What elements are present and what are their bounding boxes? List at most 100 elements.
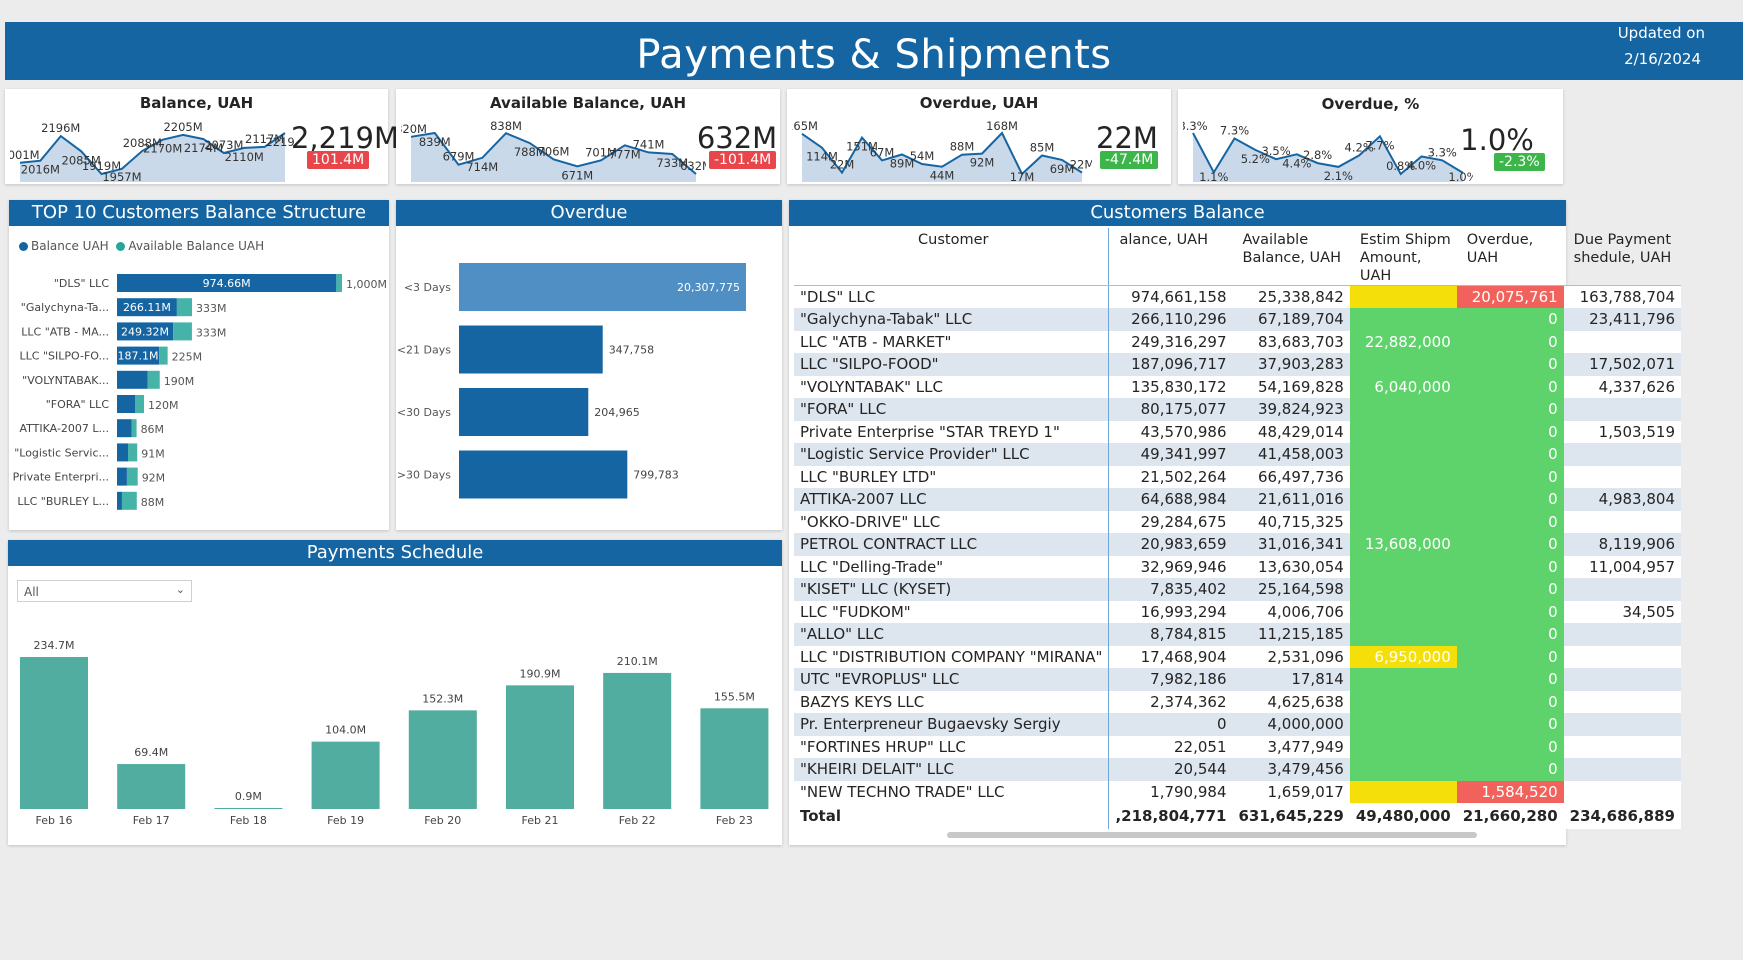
table-row[interactable]: "Logistic Service Provider" LLC 49,341,99… <box>794 443 1681 466</box>
col-header-balance[interactable]: alance, UAH <box>1108 228 1233 286</box>
bar-available[interactable] <box>147 370 160 389</box>
table-row[interactable]: LLC "Delling-Trade" 32,969,946 13,630,054 0… <box>794 555 1681 578</box>
cell-value <box>1563 735 1681 758</box>
bar-available[interactable] <box>173 322 192 341</box>
schedule-filter-dropdown[interactable]: All ⌄ <box>17 580 192 602</box>
table-row[interactable]: "NEW TECHNO TRADE" LLC 1,790,984 1,659,017… <box>794 780 1681 803</box>
cell-value: 8,119,906 <box>1563 533 1681 556</box>
kpi-card-available-balance[interactable]: Available Balance, UAH 820M839M679M714M8… <box>396 89 780 184</box>
overdue-bar[interactable] <box>459 450 628 499</box>
bar-available[interactable] <box>176 298 192 317</box>
table-row[interactable]: "OKKO-DRIVE" LLC 29,284,675 40,715,325 0 <box>794 510 1681 533</box>
cell-value: 0 <box>1456 758 1564 781</box>
legend-label-available: Available Balance UAH <box>128 239 265 253</box>
cell-value: 20,983,659 <box>1108 533 1233 556</box>
cell-value: 974,661,158 <box>1108 285 1233 308</box>
cell-customer: BAZYS KEYS LLC <box>794 690 1110 713</box>
horizontal-scrollbar[interactable] <box>947 832 1477 838</box>
table-row[interactable]: LLC "DISTRIBUTION COMPANY "MIRANA" 17,468… <box>794 645 1681 668</box>
table-row[interactable]: LLC "ATB - MARKET" 249,316,297 83,683,703 2… <box>794 330 1681 353</box>
overdue-bar[interactable] <box>459 325 603 374</box>
sparkline-point-label: 44M <box>930 169 955 182</box>
cell-customer: "ALLO" LLC <box>794 623 1110 646</box>
table-row[interactable]: ATTIKA-2007 LLC 64,688,984 21,611,016 0 4,98… <box>794 488 1681 511</box>
bar-available[interactable] <box>336 274 342 292</box>
sparkline-point-label: 820M <box>401 122 427 136</box>
bar-available[interactable] <box>159 346 168 365</box>
bar-total-label: 1,000M <box>346 278 387 291</box>
sparkline-point-label: 22M <box>1070 158 1092 172</box>
category-label: >30 Days <box>397 469 451 482</box>
table-row[interactable]: PETROL CONTRACT LLC 20,983,659 31,016,341 1… <box>794 533 1681 556</box>
bar-balance[interactable] <box>117 491 122 510</box>
cell-value <box>1563 758 1681 781</box>
schedule-bar[interactable] <box>700 708 769 809</box>
schedule-bar[interactable] <box>506 685 574 809</box>
kpi-card-overdue-percent[interactable]: Overdue, % 8.3%1.1%7.3%5.2%3.5%4.4%2.8%2… <box>1178 89 1563 184</box>
col-header-due-payment[interactable]: Due Payment shedule, UAH <box>1563 228 1681 286</box>
bar-balance[interactable] <box>117 467 127 486</box>
cell-value: 21,611,016 <box>1232 488 1350 511</box>
table-row[interactable]: "KISET" LLC (KYSET) 7,835,402 25,164,598 0 <box>794 578 1681 601</box>
col-header-estim-shipm[interactable]: Estim Shipm Amount, UAH <box>1349 228 1457 286</box>
cell-value <box>1349 555 1457 578</box>
category-label: "FORA" LLC <box>46 398 110 411</box>
kpi-card-balance[interactable]: Balance, UAH 2001M2016M2196M2085M1919M19… <box>5 89 399 184</box>
table-row[interactable]: "VOLYNTABAK" LLC 135,830,172 54,169,828 6,0… <box>794 375 1681 398</box>
cell-value <box>1349 578 1457 601</box>
bar-available[interactable] <box>135 395 144 413</box>
kpi-card-overdue[interactable]: Overdue, UAH 165M114M22M151M67M89M54M44M… <box>787 89 1171 184</box>
schedule-bar[interactable] <box>408 710 477 809</box>
category-label: "Galychyna-Ta... <box>21 301 109 314</box>
col-header-overdue[interactable]: Overdue, UAH <box>1456 228 1564 286</box>
schedule-bar[interactable] <box>311 741 380 809</box>
table-row[interactable]: "ALLO" LLC 8,784,815 11,215,185 0 <box>794 623 1681 646</box>
table-row[interactable]: "FORA" LLC 80,175,077 39,824,923 0 <box>794 398 1681 421</box>
table-row[interactable]: LLC "FUDKOM" 16,993,294 4,006,706 0 34,505 <box>794 600 1681 623</box>
bar-balance[interactable] <box>117 443 129 462</box>
kpi-title: Available Balance, UAH <box>489 94 687 112</box>
dropdown-value: All <box>24 585 39 599</box>
table-row[interactable]: "Galychyna-Tabak" LLC 266,110,296 67,189,7… <box>794 308 1681 331</box>
cell-value: 1,659,017 <box>1232 780 1350 803</box>
cell-value: 0 <box>1456 690 1564 713</box>
table-row[interactable]: UTC "EVROPLUS" LLC 7,982,186 17,814 0 <box>794 668 1681 691</box>
cell-value <box>1349 510 1457 533</box>
bar-balance[interactable] <box>117 370 148 389</box>
table-row[interactable]: Private Enterprise "STAR TREYD 1" 43,570,… <box>794 420 1681 443</box>
sparkline-point-label: 2110M <box>225 150 264 164</box>
table-row[interactable]: LLC "BURLEY LTD" 21,502,264 66,497,736 0 <box>794 465 1681 488</box>
table-row[interactable]: "FORTINES HRUP" LLC 22,051 3,477,949 0 <box>794 735 1681 758</box>
table-row[interactable]: LLC "SILPO-FOOD" 187,096,717 37,903,283 0 17… <box>794 353 1681 376</box>
table-row[interactable]: "DLS" LLC 974,661,158 25,338,842 20,075,761… <box>794 285 1681 308</box>
table-row[interactable]: BAZYS KEYS LLC 2,374,362 4,625,638 0 <box>794 690 1681 713</box>
bar-value-label: 234.7M <box>34 639 75 652</box>
bar-total-label: 333M <box>196 326 227 339</box>
cell-value: 2,374,362 <box>1108 690 1233 713</box>
table-row[interactable]: "KHEIRI DELAIT" LLC 20,544 3,479,456 0 <box>794 758 1681 781</box>
schedule-bar[interactable] <box>603 672 672 809</box>
cell-value: 0 <box>1456 555 1564 578</box>
bar-total-label: 190M <box>164 375 195 388</box>
schedule-bar[interactable] <box>117 764 186 809</box>
cell-value: 266,110,296 <box>1108 308 1233 331</box>
bar-available[interactable] <box>126 467 138 486</box>
cell-value: 34,505 <box>1563 600 1681 623</box>
bar-available[interactable] <box>121 491 137 510</box>
col-header-available[interactable]: Available Balance, UAH <box>1232 228 1350 286</box>
table-total-row: Total ,218,804,771 631,645,229 49,480,000 21… <box>794 803 1681 829</box>
sparkline-point-label: 92M <box>970 156 995 170</box>
bar-available[interactable] <box>128 443 138 462</box>
schedule-bar[interactable] <box>20 657 88 809</box>
bar-balance[interactable] <box>117 419 132 438</box>
bar-available[interactable] <box>131 419 137 438</box>
schedule-bar[interactable] <box>214 808 283 809</box>
top10-bar-chart: "DLS" LLC 974.66M 1,000M "Galychyna-Ta... 26… <box>13 274 387 510</box>
col-header-customer[interactable]: Customer <box>794 228 1110 286</box>
table-row[interactable]: Pr. Enterpreneur Bugaevsky Sergiy 0 4,000,… <box>794 713 1681 736</box>
bar-balance[interactable] <box>117 395 135 413</box>
overdue-bar[interactable] <box>459 388 589 436</box>
cell-customer: "Logistic Service Provider" LLC <box>794 443 1110 466</box>
cell-customer: "KHEIRI DELAIT" LLC <box>794 758 1110 781</box>
kpi-title: Balance, UAH <box>139 94 254 112</box>
